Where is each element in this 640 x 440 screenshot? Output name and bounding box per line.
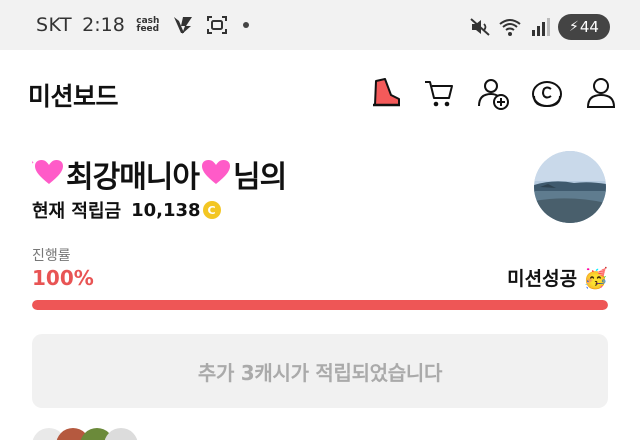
status-left: SKT 2:18 cash feed — [36, 14, 249, 36]
clock: 2:18 — [82, 14, 125, 36]
battery-level: 44 — [579, 18, 599, 36]
header-actions — [366, 74, 620, 112]
status-bar: SKT 2:18 cash feed ⚡ 44 — [0, 0, 640, 50]
page-title: 미션보드 — [28, 82, 119, 111]
add-friend-button[interactable] — [474, 74, 512, 112]
reward-claimed-button[interactable]: 추가 3캐시가 적립되었습니다 — [32, 334, 608, 408]
right-heart-icon — [199, 157, 233, 192]
app-header: 미션보드 — [0, 50, 640, 140]
progress-bar-fill — [32, 300, 608, 310]
balance-label: 현재 적립금 — [32, 201, 122, 222]
mission-status: 미션성공 🥳 — [507, 264, 608, 291]
cart-icon — [425, 81, 453, 107]
progress-value: 100% — [32, 266, 94, 290]
screenshot-icon — [206, 16, 227, 34]
progress-bar — [32, 300, 608, 310]
cash-coin-icon: C — [202, 201, 221, 219]
avatar[interactable] — [534, 151, 606, 223]
status-right: ⚡ 44 — [468, 14, 610, 40]
balance-value: 10,138 — [131, 199, 201, 221]
notification-dot-icon — [242, 22, 249, 28]
balance-row: 현재 적립금 10,138 C — [32, 197, 221, 223]
wifi-icon — [499, 19, 521, 36]
party-face-icon: 🥳 — [583, 265, 608, 290]
coin-c-icon — [532, 81, 562, 108]
kakao-v-icon — [173, 17, 192, 34]
carrier-label: SKT — [36, 14, 73, 36]
left-heart-icon — [29, 157, 66, 192]
my-page-button[interactable] — [582, 74, 620, 112]
shoe-button[interactable] — [366, 74, 404, 112]
mission-status-text: 미션성공 — [507, 268, 578, 290]
profile-icon — [586, 78, 616, 108]
charging-icon: ⚡ — [569, 19, 579, 35]
avatar-photo — [534, 151, 606, 223]
cart-button[interactable] — [420, 74, 458, 112]
user-name: 최강매니아 — [66, 160, 200, 195]
battery-indicator: ⚡ 44 — [558, 14, 610, 40]
cash-history-button[interactable] — [528, 74, 566, 112]
signal-icon — [532, 18, 550, 36]
shoe-icon — [373, 78, 400, 107]
add-user-icon — [478, 79, 509, 110]
cashfeed-app-icon: cash feed — [135, 17, 161, 34]
progress-label: 진행률 — [32, 248, 71, 264]
user-greeting: 최강매니아 님의 — [29, 152, 287, 196]
friend-avatar — [104, 428, 138, 440]
friends-row — [32, 424, 608, 440]
cashfeed-line2: feed — [136, 24, 160, 34]
mute-icon — [470, 18, 490, 36]
user-suffix: 님의 — [233, 160, 287, 195]
